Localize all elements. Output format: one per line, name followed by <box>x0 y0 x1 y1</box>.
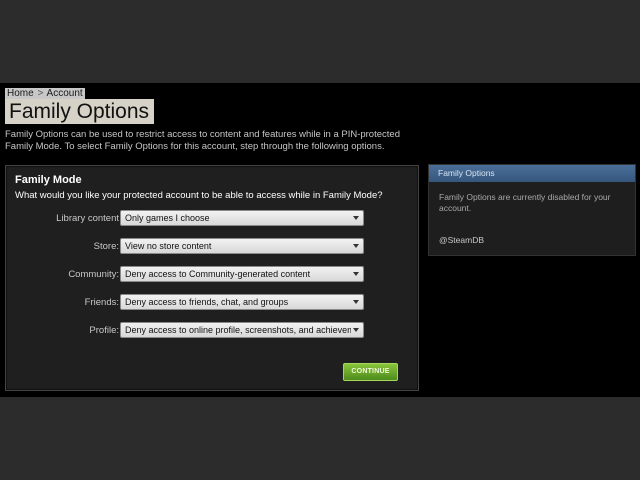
chevron-down-icon <box>353 328 359 332</box>
profile-select[interactable]: Deny access to online profile, screensho… <box>120 322 364 338</box>
community-select[interactable]: Deny access to Community-generated conte… <box>120 266 364 282</box>
breadcrumb: Home > Account <box>5 88 85 99</box>
library-content-row: Library content Only games I choose <box>6 210 406 227</box>
store-label: Store: <box>93 241 119 252</box>
bottom-letterbox <box>0 397 640 480</box>
community-label: Community: <box>68 269 119 280</box>
family-mode-question: What would you like your protected accou… <box>15 190 383 201</box>
store-value: View no store content <box>125 241 212 251</box>
page-title: Family Options <box>5 99 155 124</box>
breadcrumb-home[interactable]: Home <box>7 88 34 99</box>
top-letterbox <box>0 0 640 83</box>
account-page: Home > Account Family Options Family Opt… <box>0 83 640 397</box>
friends-select[interactable]: Deny access to friends, chat, and groups <box>120 294 364 310</box>
breadcrumb-account[interactable]: Account <box>47 88 83 99</box>
profile-value: Deny access to online profile, screensho… <box>125 325 351 335</box>
chevron-down-icon <box>353 244 359 248</box>
friends-value: Deny access to friends, chat, and groups <box>125 297 289 307</box>
friends-label: Friends: <box>84 297 119 308</box>
intro-text: Family Options can be used to restrict a… <box>5 129 400 152</box>
store-row: Store: View no store content <box>6 238 406 255</box>
chevron-down-icon <box>353 300 359 304</box>
community-value: Deny access to Community-generated conte… <box>125 269 311 279</box>
family-mode-heading: Family Mode <box>15 174 82 186</box>
family-mode-panel: Family Mode What would you like your pro… <box>5 165 419 391</box>
store-select[interactable]: View no store content <box>120 238 364 254</box>
account-username: @SteamDB <box>439 235 485 245</box>
library-content-select[interactable]: Only games I choose <box>120 210 364 226</box>
library-content-label: Library content <box>56 213 119 224</box>
continue-button[interactable]: CONTINUE <box>343 363 398 381</box>
family-options-status-panel: Family Options Family Options are curren… <box>428 164 636 256</box>
status-panel-title: Family Options <box>429 165 635 182</box>
library-content-value: Only games I choose <box>125 213 210 223</box>
profile-row: Profile: Deny access to online profile, … <box>6 322 406 339</box>
chevron-down-icon <box>353 272 359 276</box>
community-row: Community: Deny access to Community-gene… <box>6 266 406 283</box>
breadcrumb-separator: > <box>37 88 44 99</box>
chevron-down-icon <box>353 216 359 220</box>
profile-label: Profile: <box>89 325 119 336</box>
status-text: Family Options are currently disabled fo… <box>439 192 611 213</box>
friends-row: Friends: Deny access to friends, chat, a… <box>6 294 406 311</box>
